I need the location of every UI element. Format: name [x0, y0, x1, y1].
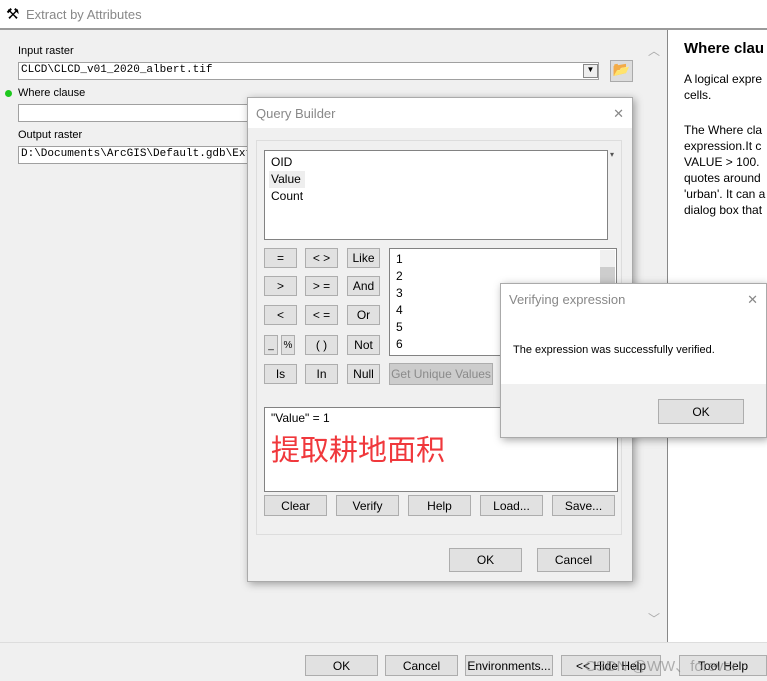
get-unique-values-button[interactable]: Get Unique Values: [389, 363, 493, 385]
underscore-button[interactable]: _: [264, 335, 278, 355]
clear-button[interactable]: Clear: [264, 495, 327, 516]
hammer-icon: ⚒: [6, 6, 20, 23]
load-button[interactable]: Load...: [480, 495, 543, 516]
verify-ok-button[interactable]: OK: [658, 399, 744, 424]
environments-button[interactable]: Environments...: [465, 655, 553, 676]
ok-button[interactable]: OK: [305, 655, 378, 676]
save-button[interactable]: Save...: [552, 495, 615, 516]
help-line: quotes around: [684, 171, 761, 185]
window-title: Extract by Attributes: [26, 7, 142, 22]
verify-button[interactable]: Verify: [336, 495, 399, 516]
qb-ok-button[interactable]: OK: [449, 548, 522, 572]
verify-title: Verifying expression: [509, 292, 626, 307]
field-item[interactable]: Count: [265, 188, 607, 205]
value-item[interactable]: 1: [390, 251, 616, 268]
greater-button[interactable]: >: [264, 276, 297, 296]
help-line: 'urban'. It can a: [684, 187, 766, 201]
input-raster-field[interactable]: CLCD\CLCD_v01_2020_albert.tif: [18, 62, 599, 80]
equals-button[interactable]: =: [264, 248, 297, 268]
is-button[interactable]: Is: [264, 364, 297, 384]
folder-open-icon[interactable]: 📂: [610, 60, 633, 82]
help-line: VALUE > 100.: [684, 155, 760, 169]
input-raster-label: Input raster: [18, 45, 74, 57]
percent-button[interactable]: %: [281, 335, 295, 355]
close-icon[interactable]: ✕: [613, 106, 624, 122]
help-p1: A logical expre cells.: [684, 71, 767, 103]
status-dot-icon: [5, 90, 12, 97]
scroll-down-icon[interactable]: ﹀: [648, 610, 660, 627]
help-line: cells.: [684, 88, 712, 102]
help-line: A logical expre: [684, 72, 763, 86]
fields-list[interactable]: OID Value Count: [264, 150, 608, 240]
help-line: The Where cla: [684, 123, 763, 137]
field-item[interactable]: OID: [265, 154, 607, 171]
help-p2: The Where cla expression.It c VALUE > 100.…: [684, 122, 767, 218]
close-icon[interactable]: ✕: [747, 292, 758, 308]
null-button[interactable]: Null: [347, 364, 380, 384]
not-button[interactable]: Not: [347, 335, 380, 355]
help-line: dialog box that: [684, 203, 763, 217]
dropdown-icon[interactable]: ▾: [610, 150, 614, 159]
help-line: expression.It c: [684, 139, 762, 153]
verify-dialog: Verifying expression ✕ The expression was…: [500, 283, 767, 438]
qb-cancel-button[interactable]: Cancel: [537, 548, 610, 572]
output-raster-label: Output raster: [18, 129, 83, 141]
where-clause-label: Where clause: [18, 87, 86, 99]
query-builder-title: Query Builder: [256, 106, 336, 121]
less-equal-button[interactable]: < =: [305, 305, 338, 325]
not-equals-button[interactable]: < >: [305, 248, 338, 268]
like-button[interactable]: Like: [347, 248, 380, 268]
output-raster-field[interactable]: D:\Documents\ArcGIS\Default.gdb\Extrac: [18, 146, 258, 164]
help-title: Where clau: [684, 40, 765, 57]
annotation-text: 提取耕地面积: [271, 435, 446, 467]
footer: OK Cancel Environments... << Hide Help T…: [0, 642, 767, 681]
in-button[interactable]: In: [305, 364, 338, 384]
or-button[interactable]: Or: [347, 305, 380, 325]
and-button[interactable]: And: [347, 276, 380, 296]
watermark: CSDN @WW、forever: [585, 658, 737, 675]
where-clause-input[interactable]: [18, 104, 258, 122]
verify-message: The expression was successfully verified…: [513, 344, 715, 356]
scroll-up-icon[interactable]: ︿: [648, 42, 660, 59]
parens-button[interactable]: ( ): [305, 335, 338, 355]
field-item-selected[interactable]: Value: [269, 171, 305, 188]
title-bar: ⚒ Extract by Attributes: [0, 0, 767, 30]
cancel-button[interactable]: Cancel: [385, 655, 458, 676]
greater-equal-button[interactable]: > =: [305, 276, 338, 296]
chevron-down-icon[interactable]: ▼: [583, 64, 598, 78]
help-button[interactable]: Help: [408, 495, 471, 516]
less-button[interactable]: <: [264, 305, 297, 325]
